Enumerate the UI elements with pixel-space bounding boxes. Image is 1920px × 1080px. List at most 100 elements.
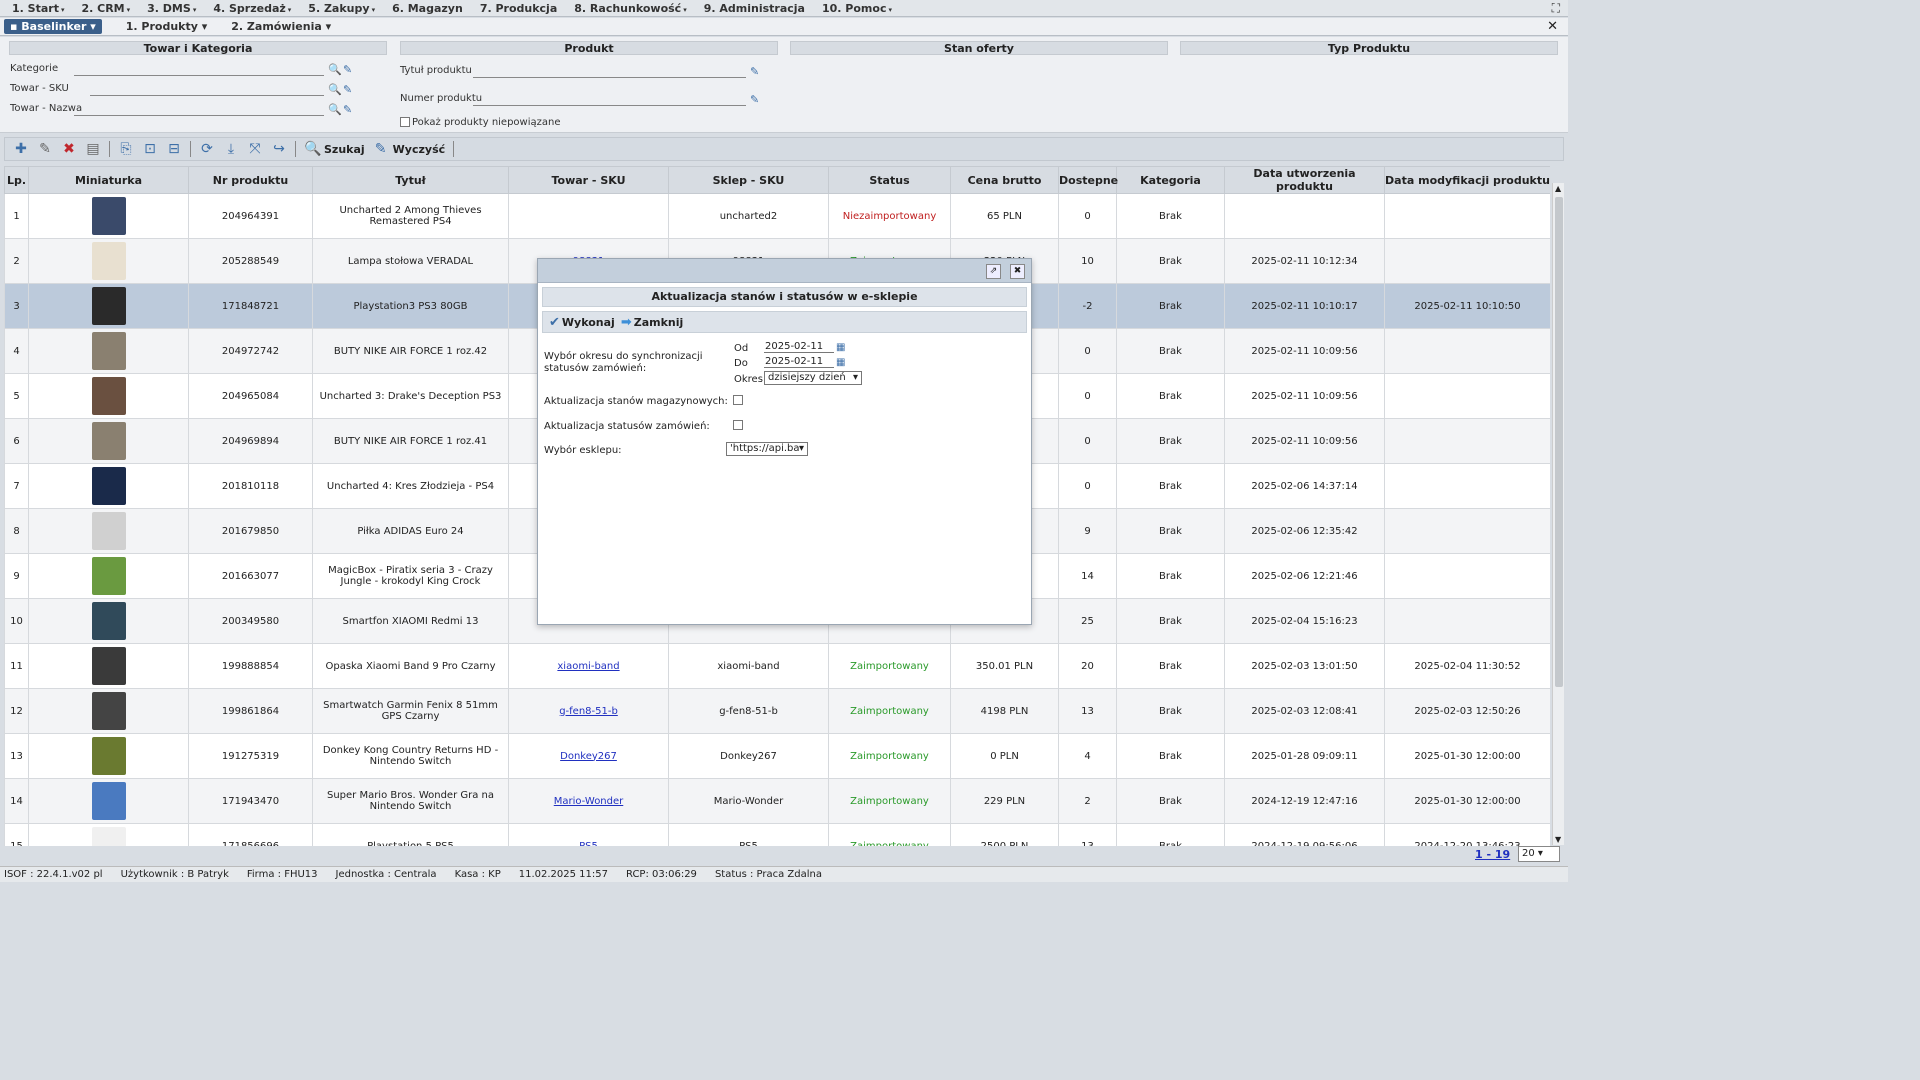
from-date-input[interactable]: 2025-02-11 [764, 341, 834, 353]
cell-towar_sku[interactable]: Mario-Wonder [554, 796, 624, 807]
clear-button[interactable]: Wyczyść [393, 143, 445, 156]
menu-item[interactable]: 7. Produkcja [480, 2, 557, 15]
product-thumbnail[interactable] [91, 242, 126, 280]
export-icon[interactable]: ⊟ [166, 141, 182, 157]
scroll-down-icon[interactable]: ▼ [1555, 835, 1561, 844]
search-icon[interactable]: 🔍 [328, 63, 342, 76]
eraser-icon[interactable]: ✎ [750, 93, 759, 106]
table-scrollbar[interactable]: ▲ ▼ [1552, 183, 1564, 845]
menu-item[interactable]: 5. Zakupy ▾ [308, 2, 375, 15]
dialog-titlebar[interactable]: ⇗ ✖ [538, 259, 1031, 283]
column-header[interactable]: Nr produktu [188, 166, 313, 194]
scroll-up-icon[interactable]: ▲ [1555, 184, 1561, 193]
refresh-icon[interactable]: ⟳ [199, 141, 215, 157]
niepowiazane-checkbox[interactable] [400, 117, 410, 127]
add-icon[interactable]: ✚ [13, 141, 29, 157]
column-header[interactable]: Data utworzenia produktu [1224, 166, 1385, 194]
column-header[interactable]: Kategoria [1116, 166, 1225, 194]
table-row[interactable]: 14 171943470 Super Mario Bros. Wonder Gra … [4, 778, 1550, 824]
search-icon[interactable]: 🔍 [304, 141, 321, 157]
filter-niepowiazane[interactable]: Pokaż produkty niepowiązane [400, 117, 770, 133]
filter-kategorie[interactable]: Kategorie 🔍 ✎ [10, 63, 380, 79]
tab-baselinker[interactable]: ▪ Baselinker ▾ [4, 19, 102, 34]
close-button[interactable]: ➡ Zamknij [621, 315, 683, 330]
eraser-icon[interactable]: ✎ [343, 63, 352, 76]
link-icon[interactable]: ⤧ [247, 141, 263, 157]
page-range-link[interactable]: 1 - 19 [1475, 848, 1510, 861]
shop-select[interactable]: 'https://api.ba ▾ [726, 442, 808, 456]
import-icon[interactable]: ⎘ [118, 141, 134, 157]
menu-item[interactable]: 3. DMS ▾ [147, 2, 196, 15]
column-header[interactable]: Sklep - SKU [668, 166, 829, 194]
column-header[interactable]: Lp. [4, 166, 29, 194]
product-thumbnail[interactable] [91, 827, 126, 846]
eraser-icon[interactable]: ✎ [750, 65, 759, 78]
column-header[interactable]: Data modyfikacji produktu [1384, 166, 1550, 194]
filter-towar-sku[interactable]: Towar - SKU 🔍 ✎ [10, 83, 380, 99]
document-icon[interactable]: ▤ [85, 141, 101, 157]
table-row[interactable]: 12 199861864 Smartwatch Garmin Fenix 8 51m… [4, 688, 1550, 734]
column-header[interactable]: Tytuł [312, 166, 509, 194]
menu-item[interactable]: 1. Start ▾ [12, 2, 64, 15]
product-thumbnail[interactable] [91, 557, 126, 595]
menu-item[interactable]: 9. Administracja [704, 2, 805, 15]
tab-zamowienia[interactable]: 2. Zamówienia ▾ [231, 20, 331, 33]
filter-tytul[interactable]: Tytuł produktu ✎ [400, 65, 770, 81]
cell-towar_sku[interactable]: Donkey267 [560, 751, 617, 762]
eraser-icon[interactable]: ✎ [343, 83, 352, 96]
cell-towar_sku[interactable]: g-fen8-51-b [559, 706, 618, 717]
column-header[interactable]: Towar - SKU [508, 166, 669, 194]
filter-numer[interactable]: Numer produktu ✎ [400, 93, 770, 109]
to-date-input[interactable]: 2025-02-11 [764, 356, 834, 368]
eraser-icon[interactable]: ✎ [343, 103, 352, 116]
product-thumbnail[interactable] [91, 467, 126, 505]
menu-item[interactable]: 6. Magazyn [392, 2, 463, 15]
column-header[interactable]: Miniaturka [28, 166, 189, 194]
table-row[interactable]: 1 204964391 Uncharted 2 Among Thieves Rema… [4, 193, 1550, 239]
column-header[interactable]: Status [828, 166, 951, 194]
delete-icon[interactable]: ✖ [61, 141, 77, 157]
product-thumbnail[interactable] [91, 197, 126, 235]
preview-icon[interactable]: ⊡ [142, 141, 158, 157]
product-thumbnail[interactable] [91, 377, 126, 415]
calendar-icon[interactable]: ▦ [836, 357, 845, 368]
cell-towar_sku[interactable]: xiaomi-band [557, 661, 619, 672]
search-icon[interactable]: 🔍 [328, 103, 342, 116]
product-thumbnail[interactable] [91, 332, 126, 370]
menu-item[interactable]: 4. Sprzedaż ▾ [213, 2, 291, 15]
product-thumbnail[interactable] [91, 422, 126, 460]
execute-button[interactable]: ✔ Wykonaj [549, 315, 615, 330]
popout-icon[interactable]: ⇗ [986, 264, 1001, 279]
search-button[interactable]: Szukaj [324, 143, 365, 156]
close-icon[interactable]: ✕ [1547, 19, 1558, 34]
download-icon[interactable]: ⤓ [223, 141, 239, 157]
column-header[interactable]: Dostepne [1058, 166, 1118, 194]
tab-produkty[interactable]: 1. Produkty ▾ [126, 20, 208, 33]
calendar-icon[interactable]: ▦ [836, 342, 845, 353]
menu-item[interactable]: 2. CRM ▾ [81, 2, 130, 15]
table-row[interactable]: 13 191275319 Donkey Kong Country Returns H… [4, 733, 1550, 779]
column-header[interactable]: Cena brutto [950, 166, 1059, 194]
cell-towar_sku[interactable]: PS5 [579, 841, 598, 847]
stock-checkbox[interactable] [733, 395, 743, 405]
orders-checkbox[interactable] [733, 420, 743, 430]
per-page-select[interactable]: 20 ▾ [1518, 846, 1560, 862]
product-thumbnail[interactable] [91, 512, 126, 550]
table-row[interactable]: 15 171856696 Playstation 5 PS5 PS5 PS5 Zaimpo… [4, 823, 1550, 847]
product-thumbnail[interactable] [91, 782, 126, 820]
edit-icon[interactable]: ✎ [37, 141, 53, 157]
product-thumbnail[interactable] [91, 692, 126, 730]
filter-towar-nazwa[interactable]: Towar - Nazwa 🔍 ✎ [10, 103, 380, 119]
table-row[interactable]: 11 199888854 Opaska Xiaomi Band 9 Pro Czar… [4, 643, 1550, 689]
menu-item[interactable]: 10. Pomoc ▾ [822, 2, 892, 15]
range-select[interactable]: dzisiejszy dzień ▾ [764, 371, 862, 385]
scroll-thumb[interactable] [1555, 197, 1563, 687]
product-thumbnail[interactable] [91, 647, 126, 685]
eraser-icon[interactable]: ✎ [373, 141, 389, 157]
search-icon[interactable]: 🔍 [328, 83, 342, 96]
product-thumbnail[interactable] [91, 602, 126, 640]
close-icon[interactable]: ✖ [1010, 264, 1025, 279]
menu-item[interactable]: 8. Rachunkowość ▾ [574, 2, 686, 15]
product-thumbnail[interactable] [91, 287, 126, 325]
product-thumbnail[interactable] [91, 737, 126, 775]
